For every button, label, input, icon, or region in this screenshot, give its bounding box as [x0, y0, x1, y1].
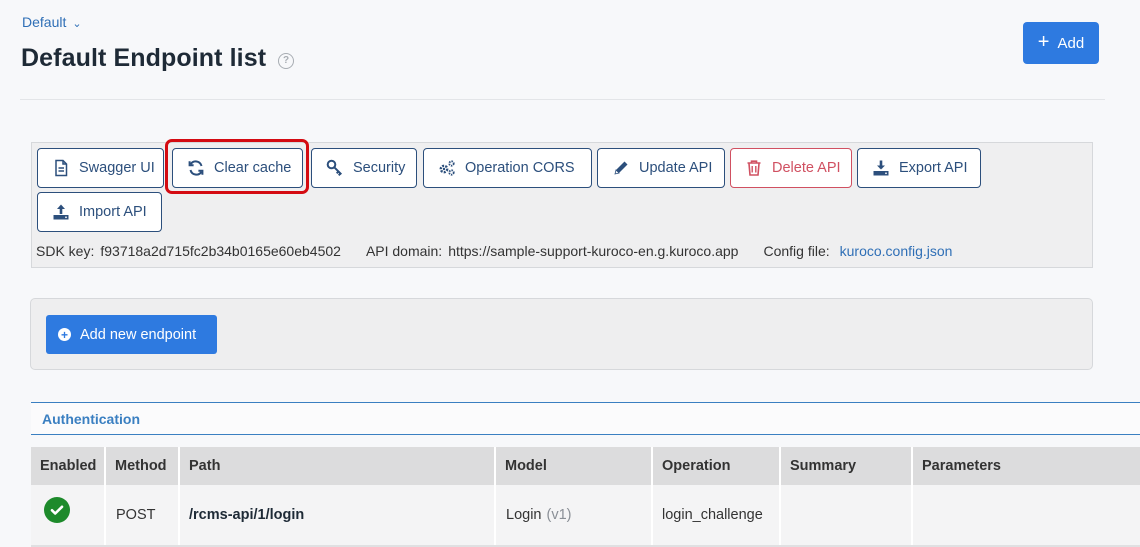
col-operation: Operation: [653, 447, 781, 485]
page-title-text: Default Endpoint list: [21, 44, 267, 72]
import-api-label: Import API: [79, 204, 147, 220]
page-title: Default Endpoint list ?: [21, 44, 295, 73]
sdk-key-value: f93718a2d715fc2b34b0165e60eb4502: [100, 243, 341, 259]
cell-parameters: [913, 485, 1140, 545]
key-icon: [326, 159, 343, 177]
security-button[interactable]: Security: [311, 148, 417, 188]
operation-cors-label: Operation CORS: [465, 160, 575, 176]
document-icon: [55, 159, 68, 177]
config-file-label: Config file:: [763, 243, 830, 259]
add-button[interactable]: + Add: [1023, 22, 1099, 64]
section-title: Authentication: [42, 411, 140, 427]
table-header: Enabled Method Path Model Operation Summ…: [31, 447, 1140, 485]
cell-model: Login (v1): [496, 485, 653, 545]
update-api-button[interactable]: Update API: [597, 148, 725, 188]
add-new-endpoint-label: Add new endpoint: [80, 326, 197, 343]
col-parameters: Parameters: [922, 458, 1001, 474]
col-model: Model: [496, 447, 653, 485]
col-enabled: Enabled: [31, 447, 106, 485]
export-api-button[interactable]: Export API: [857, 148, 981, 188]
plus-circle-icon: +: [58, 328, 71, 341]
delete-api-button[interactable]: Delete API: [730, 148, 852, 188]
api-domain-label: API domain:: [365, 243, 443, 259]
download-icon: [873, 160, 889, 176]
breadcrumb-label: Default: [22, 14, 67, 30]
api-meta-info: SDK key: f93718a2d715fc2b34b0165e60eb450…: [36, 243, 952, 259]
import-api-button[interactable]: Import API: [37, 192, 162, 232]
trash-icon: [747, 160, 761, 176]
add-new-endpoint-button[interactable]: + Add new endpoint: [46, 315, 217, 354]
model-name: Login: [506, 507, 542, 523]
swagger-ui-button[interactable]: Swagger UI: [37, 148, 164, 188]
cell-method: POST: [106, 485, 180, 545]
col-path: Path: [180, 447, 496, 485]
header-divider: [20, 99, 1105, 100]
operation-cors-button[interactable]: Operation CORS: [423, 148, 592, 188]
cell-operation: login_challenge: [653, 485, 781, 545]
question-circle-icon[interactable]: ?: [278, 52, 295, 69]
cell-enabled: [31, 485, 106, 545]
gears-icon: [439, 160, 455, 176]
sdk-key-label: SDK key:: [36, 243, 95, 259]
upload-icon: [53, 204, 69, 220]
swagger-ui-label: Swagger UI: [79, 160, 155, 176]
cell-summary: [781, 485, 913, 545]
model-version: (v1): [546, 507, 572, 523]
chevron-down-icon: ⌄: [72, 17, 82, 30]
clear-cache-highlight: [165, 139, 309, 194]
plus-icon: +: [1037, 30, 1050, 53]
add-button-label: Add: [1057, 34, 1085, 52]
col-method: Method: [106, 447, 180, 485]
table-row[interactable]: POST /rcms-api/1/login Login (v1) login_…: [31, 485, 1140, 545]
col-summary: Summary: [781, 447, 913, 485]
cell-path[interactable]: /rcms-api/1/login: [180, 485, 496, 545]
section-header: [31, 402, 1140, 435]
export-api-label: Export API: [899, 160, 968, 176]
api-domain-value: https://sample-support-kuroco-en.g.kuroc…: [448, 243, 739, 259]
delete-api-label: Delete API: [772, 160, 841, 176]
update-api-label: Update API: [639, 160, 713, 176]
breadcrumb-dropdown[interactable]: Default ⌄: [22, 14, 82, 30]
check-circle-icon: [44, 497, 70, 523]
pencil-icon: [614, 161, 628, 175]
config-file-link[interactable]: kuroco.config.json: [840, 243, 953, 259]
security-label: Security: [353, 160, 406, 176]
